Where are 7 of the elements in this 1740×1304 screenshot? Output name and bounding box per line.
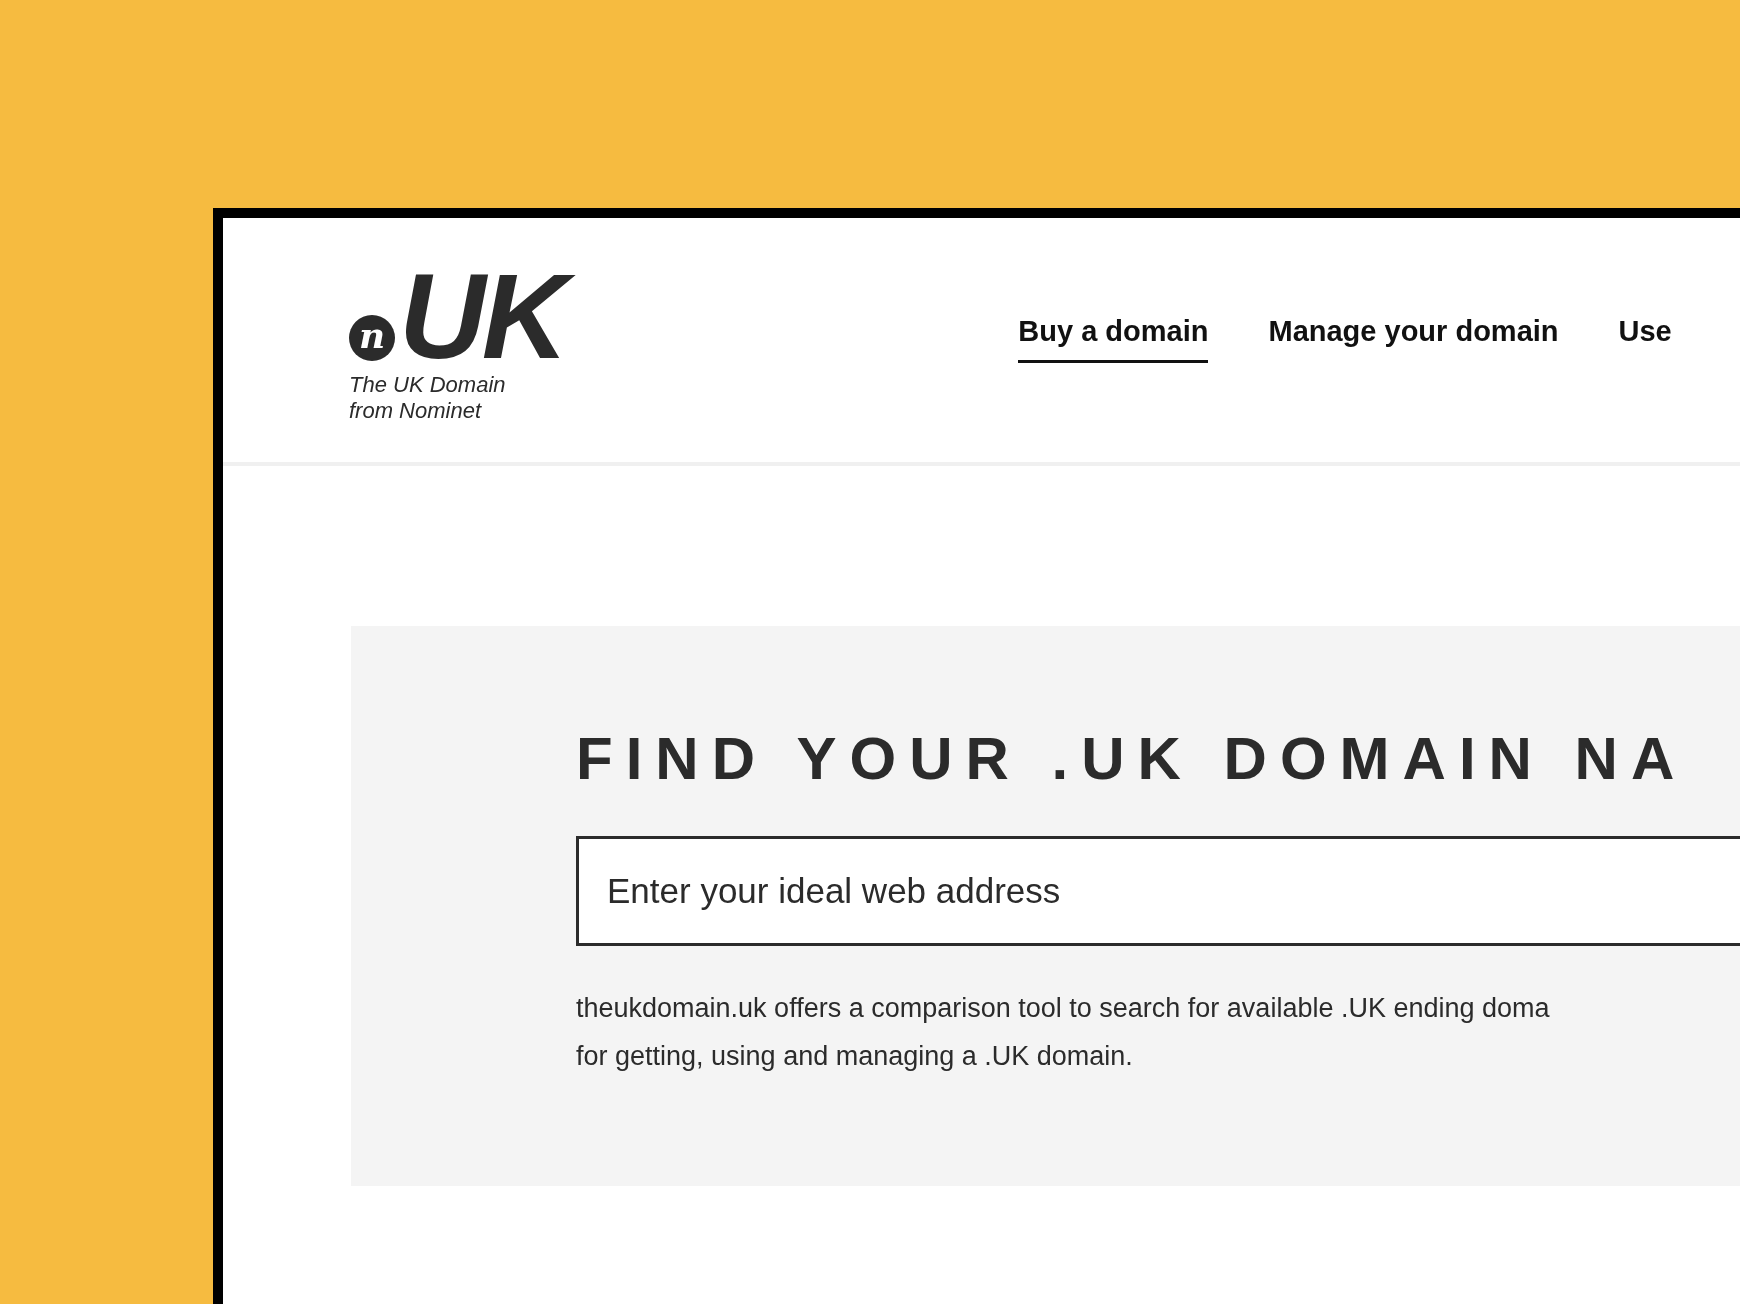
description-text: theukdomain.uk offers a comparison tool to search for available .UK ending doma for getting, using and managing a .UK domain. xyxy=(576,992,1551,1073)
logo-mark: n xyxy=(349,315,395,361)
page-heading: FIND YOUR .UK DOMAIN NA xyxy=(576,724,1689,794)
nav-link[interactable]: Buy a domain xyxy=(1018,310,1209,363)
search-field[interactable]: Enter your ideal web address xyxy=(576,836,1740,946)
nav-link[interactable]: Manage your domain xyxy=(1268,310,1559,363)
nav-link[interactable]: Use xyxy=(1618,310,1672,363)
